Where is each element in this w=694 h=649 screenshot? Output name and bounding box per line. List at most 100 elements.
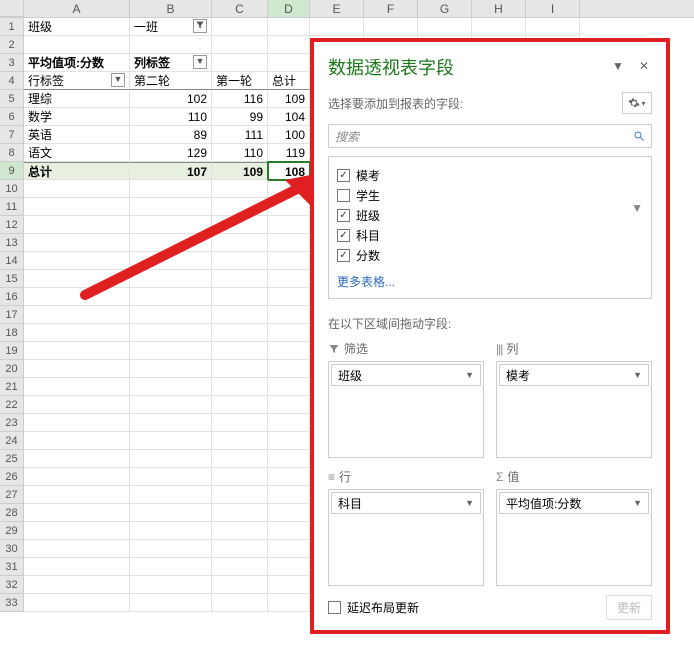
cell-A5[interactable]: 理综 — [24, 90, 130, 108]
cell-D22[interactable] — [268, 396, 310, 414]
cell-A2[interactable] — [24, 36, 130, 54]
row-header-15[interactable]: 15 — [0, 270, 24, 288]
row-header-19[interactable]: 19 — [0, 342, 24, 360]
field-item-科目[interactable]: ✓科目 — [337, 225, 643, 245]
cell-A10[interactable] — [24, 180, 130, 198]
cell-C6[interactable]: 99 — [212, 108, 268, 126]
cell-B16[interactable] — [130, 288, 212, 306]
cell-C1[interactable] — [212, 18, 268, 36]
cell-C7[interactable]: 111 — [212, 126, 268, 144]
cell-C18[interactable] — [212, 324, 268, 342]
values-drop[interactable]: 平均值项:分数▼ — [496, 489, 652, 586]
row-header-25[interactable]: 25 — [0, 450, 24, 468]
cell-A7[interactable]: 英语 — [24, 126, 130, 144]
pane-menu-button[interactable]: ▼ — [610, 59, 626, 75]
cell-B7[interactable]: 89 — [130, 126, 212, 144]
cell-D18[interactable] — [268, 324, 310, 342]
cell-B14[interactable] — [130, 252, 212, 270]
row-header-28[interactable]: 28 — [0, 504, 24, 522]
cell-B15[interactable] — [130, 270, 212, 288]
cell-E1[interactable] — [310, 18, 364, 36]
row-header-27[interactable]: 27 — [0, 486, 24, 504]
cell-B1[interactable]: 一班 — [130, 18, 212, 36]
cell-A6[interactable]: 数学 — [24, 108, 130, 126]
row-header-22[interactable]: 22 — [0, 396, 24, 414]
pane-close-button[interactable]: ✕ — [636, 59, 652, 75]
cell-C16[interactable] — [212, 288, 268, 306]
cell-C12[interactable] — [212, 216, 268, 234]
cell-C19[interactable] — [212, 342, 268, 360]
cell-D26[interactable] — [268, 468, 310, 486]
cell-B24[interactable] — [130, 432, 212, 450]
cell-H1[interactable] — [472, 18, 526, 36]
tools-gear-button[interactable]: ▾ — [622, 92, 652, 114]
cell-A13[interactable] — [24, 234, 130, 252]
field-item-学生[interactable]: 学生 — [337, 185, 643, 205]
cell-D23[interactable] — [268, 414, 310, 432]
cell-B17[interactable] — [130, 306, 212, 324]
col-header-I[interactable]: I — [526, 0, 580, 17]
cell-D24[interactable] — [268, 432, 310, 450]
row-header-16[interactable]: 16 — [0, 288, 24, 306]
cell-D25[interactable] — [268, 450, 310, 468]
row-header-30[interactable]: 30 — [0, 540, 24, 558]
cell-B3[interactable]: 列标签▼ — [130, 54, 212, 72]
cell-C30[interactable] — [212, 540, 268, 558]
cell-D12[interactable] — [268, 216, 310, 234]
cell-B11[interactable] — [130, 198, 212, 216]
cell-D20[interactable] — [268, 360, 310, 378]
cell-A9[interactable]: 总计 — [24, 162, 130, 180]
cell-C17[interactable] — [212, 306, 268, 324]
cell-B13[interactable] — [130, 234, 212, 252]
row-header-11[interactable]: 11 — [0, 198, 24, 216]
cell-B26[interactable] — [130, 468, 212, 486]
row-header-9[interactable]: 9 — [0, 162, 24, 180]
cell-B8[interactable]: 129 — [130, 144, 212, 162]
cell-A28[interactable] — [24, 504, 130, 522]
row-header-3[interactable]: 3 — [0, 54, 24, 72]
cell-B5[interactable]: 102 — [130, 90, 212, 108]
row-header-26[interactable]: 26 — [0, 468, 24, 486]
cell-B27[interactable] — [130, 486, 212, 504]
col-header-B[interactable]: B — [130, 0, 212, 17]
update-button[interactable]: 更新 — [606, 595, 652, 620]
cell-D21[interactable] — [268, 378, 310, 396]
cell-A29[interactable] — [24, 522, 130, 540]
row-header-13[interactable]: 13 — [0, 234, 24, 252]
row-header-6[interactable]: 6 — [0, 108, 24, 126]
filter-dropdown-icon[interactable]: ▼ — [193, 55, 207, 69]
cell-C23[interactable] — [212, 414, 268, 432]
cell-B2[interactable] — [130, 36, 212, 54]
row-header-33[interactable]: 33 — [0, 594, 24, 612]
field-search-input[interactable]: 搜索 — [328, 124, 652, 148]
cell-D32[interactable] — [268, 576, 310, 594]
cell-C22[interactable] — [212, 396, 268, 414]
cell-D9[interactable]: 108 — [268, 162, 310, 180]
cell-B4[interactable]: 第二轮 — [130, 72, 212, 90]
cell-D16[interactable] — [268, 288, 310, 306]
cell-B29[interactable] — [130, 522, 212, 540]
cell-A21[interactable] — [24, 378, 130, 396]
cell-C4[interactable]: 第一轮 — [212, 72, 268, 90]
field-checkbox[interactable]: ✓ — [337, 229, 350, 242]
cell-C32[interactable] — [212, 576, 268, 594]
cell-C8[interactable]: 110 — [212, 144, 268, 162]
row-header-32[interactable]: 32 — [0, 576, 24, 594]
cell-D5[interactable]: 109 — [268, 90, 310, 108]
row-header-8[interactable]: 8 — [0, 144, 24, 162]
area-item[interactable]: 模考▼ — [499, 364, 649, 386]
filter-dropdown-icon[interactable]: ▼ — [111, 73, 125, 87]
cell-C24[interactable] — [212, 432, 268, 450]
cell-A4[interactable]: 行标签▼ — [24, 72, 130, 90]
row-header-12[interactable]: 12 — [0, 216, 24, 234]
field-item-分数[interactable]: ✓分数 — [337, 245, 643, 265]
cell-B9[interactable]: 107 — [130, 162, 212, 180]
area-item[interactable]: 平均值项:分数▼ — [499, 492, 649, 514]
cell-D19[interactable] — [268, 342, 310, 360]
row-header-21[interactable]: 21 — [0, 378, 24, 396]
cell-A25[interactable] — [24, 450, 130, 468]
cell-A19[interactable] — [24, 342, 130, 360]
cell-D30[interactable] — [268, 540, 310, 558]
cell-A18[interactable] — [24, 324, 130, 342]
col-header-D[interactable]: D — [268, 0, 310, 17]
